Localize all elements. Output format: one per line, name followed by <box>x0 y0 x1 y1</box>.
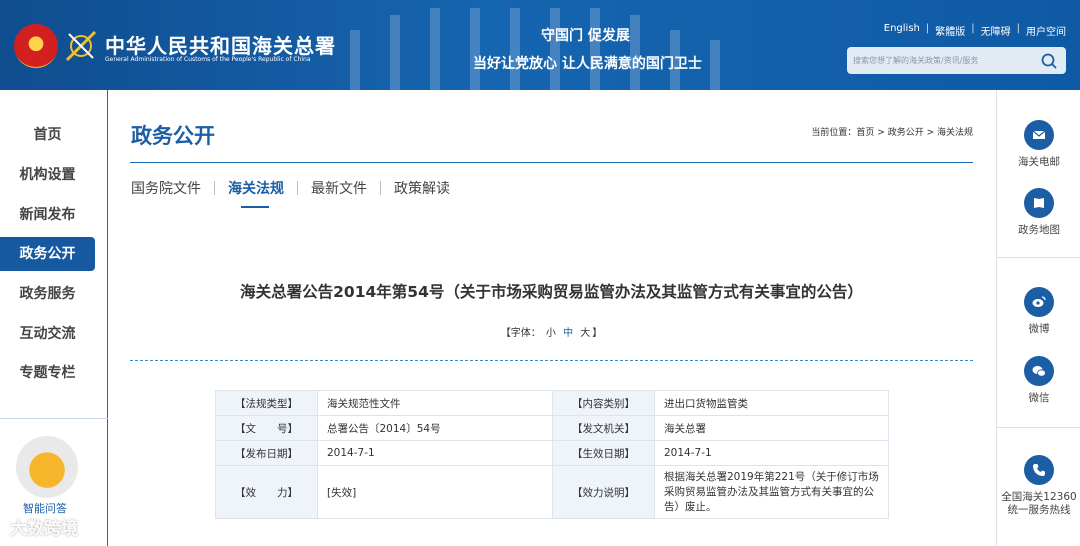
nav-item-gov-affairs[interactable]: 政务公开 <box>0 237 95 271</box>
divider <box>997 257 1080 258</box>
site-header: 中华人民共和国海关总署 General Administration of Cu… <box>0 0 1080 90</box>
link-traditional[interactable]: 繁體版 <box>935 23 965 38</box>
divider <box>997 427 1080 428</box>
document-meta-table: 【法规类型】 海关规范性文件 【内容类别】 进出口货物监管类 【文 号】 总署公… <box>215 390 889 519</box>
divider <box>130 162 973 163</box>
watermark: 大数跨境 <box>10 519 78 539</box>
meta-key: 【发文机关】 <box>552 415 655 441</box>
link-separator: | <box>971 23 975 34</box>
tab-separator <box>380 181 381 195</box>
meta-key: 【效力说明】 <box>552 465 655 519</box>
nav-item-organization[interactable]: 机构设置 <box>0 158 95 192</box>
meta-value: 2014-7-1 <box>654 440 889 466</box>
meta-key: 【法规类型】 <box>215 390 318 416</box>
breadcrumb: 当前位置：首页 > 政务公开 > 海关法规 <box>811 125 973 138</box>
rail-item-hotline[interactable]: 全国海关12360 统一服务热线 <box>997 455 1080 517</box>
nav-item-interaction[interactable]: 互动交流 <box>0 317 95 351</box>
font-size-medium[interactable]: 中 <box>563 328 573 339</box>
document-title: 海关总署公告2014年第54号（关于市场采购贸易监管办法及其监管方式有关事宜的公… <box>240 283 863 301</box>
mail-icon <box>1024 120 1054 150</box>
font-size-large[interactable]: 大 <box>580 328 590 339</box>
breadcrumb-customs-regulations[interactable]: 海关法规 <box>937 128 973 138</box>
rail-item-weibo[interactable]: 微博 <box>997 287 1080 336</box>
subtab-bar: 国务院文件 海关法规 最新文件 政策解读 <box>131 178 450 208</box>
customs-logo-icon[interactable] <box>63 28 99 64</box>
top-links: English | 繁體版 | 无障碍 | 用户空间 <box>884 23 1066 38</box>
rail-label: 微博 <box>1028 323 1050 335</box>
wechat-icon <box>1024 356 1054 386</box>
divider <box>0 418 108 419</box>
main-content: 政务公开 当前位置：首页 > 政务公开 > 海关法规 国务院文件 海关法规 最新… <box>108 90 996 546</box>
phone-icon <box>1024 455 1054 485</box>
tab-latest-docs[interactable]: 最新文件 <box>311 178 367 208</box>
tab-state-council-docs[interactable]: 国务院文件 <box>131 178 201 208</box>
national-emblem-icon[interactable] <box>14 24 58 68</box>
tab-separator <box>214 181 215 195</box>
rail-label: 统一服务热线 <box>1007 504 1071 516</box>
map-icon <box>1024 188 1054 218</box>
meta-key: 【发布日期】 <box>215 440 318 466</box>
font-size-switcher: 【字体： 小 中 大】 <box>130 324 973 339</box>
link-separator: | <box>925 23 930 34</box>
rail-label: 微信 <box>1028 392 1050 404</box>
link-accessibility[interactable]: 无障碍 <box>981 23 1011 38</box>
meta-key: 【内容类别】 <box>552 390 655 416</box>
dashed-divider <box>130 360 973 361</box>
breadcrumb-separator: > <box>923 128 937 138</box>
table-row: 【文 号】 总署公告〔2014〕54号 【发文机关】 海关总署 <box>215 415 889 441</box>
link-separator: | <box>1016 23 1020 34</box>
font-size-label: 【字体： <box>500 328 541 339</box>
meta-value: 总署公告〔2014〕54号 <box>317 415 553 441</box>
nav-item-topics[interactable]: 专题专栏 <box>0 356 95 390</box>
mascot-icon[interactable] <box>16 436 78 498</box>
search-icon[interactable] <box>1040 52 1058 70</box>
right-rail: 海关电邮 政务地图 微博 微信 全国海关12360 统一服务热线 <box>996 90 1080 546</box>
page-title: 政务公开 <box>131 123 215 148</box>
search-box <box>847 47 1066 74</box>
tab-customs-regulations[interactable]: 海关法规 <box>228 178 284 208</box>
rail-item-wechat[interactable]: 微信 <box>997 356 1080 405</box>
header-building-graphic <box>330 0 790 90</box>
meta-value: [失效] <box>317 465 553 519</box>
breadcrumb-gov-affairs[interactable]: 政务公开 <box>888 128 924 138</box>
nav-item-gov-services[interactable]: 政务服务 <box>0 277 95 311</box>
meta-value: 根据海关总署2019年第221号（关于修订市场采购贸易监管办法及其监管方式有关事… <box>654 465 889 519</box>
rail-item-email[interactable]: 海关电邮 <box>997 120 1080 169</box>
weibo-icon <box>1024 287 1054 317</box>
table-row: 【法规类型】 海关规范性文件 【内容类别】 进出口货物监管类 <box>215 390 889 416</box>
tab-policy-interpretation[interactable]: 政策解读 <box>394 178 450 208</box>
breadcrumb-prefix: 当前位置： <box>811 128 857 138</box>
font-size-small[interactable]: 小 <box>546 328 556 339</box>
org-name-cn[interactable]: 中华人民共和国海关总署 <box>105 30 336 59</box>
meta-value: 海关总署 <box>654 415 889 441</box>
tab-separator <box>297 181 298 195</box>
rail-item-map[interactable]: 政务地图 <box>997 188 1080 237</box>
meta-value: 海关规范性文件 <box>317 390 553 416</box>
rail-label: 政务地图 <box>1018 224 1060 236</box>
search-input[interactable] <box>853 51 1033 70</box>
font-size-suffix: 】 <box>592 328 603 339</box>
rail-label: 全国海关12360 <box>1001 491 1077 503</box>
meta-key: 【生效日期】 <box>552 440 655 466</box>
org-name-en: General Administration of Customs of the… <box>105 56 311 63</box>
slogan-line-2: 当好让党放心 让人民满意的国门卫士 <box>473 56 702 72</box>
rail-label: 海关电邮 <box>1018 156 1060 168</box>
breadcrumb-home[interactable]: 首页 <box>856 128 874 138</box>
slogan-line-1: 守国门 促发展 <box>541 28 630 44</box>
nav-item-news[interactable]: 新闻发布 <box>0 198 95 232</box>
left-nav: 首页 机构设置 新闻发布 政务公开 政务服务 互动交流 专题专栏 智能问答 <box>0 90 108 546</box>
meta-value: 2014-7-1 <box>317 440 553 466</box>
breadcrumb-separator: > <box>874 128 888 138</box>
nav-item-home[interactable]: 首页 <box>0 118 95 152</box>
meta-value: 进出口货物监管类 <box>654 390 889 416</box>
meta-key: 【效 力】 <box>215 465 318 519</box>
link-english[interactable]: English <box>884 23 920 38</box>
meta-key: 【文 号】 <box>215 415 318 441</box>
link-user-space[interactable]: 用户空间 <box>1026 23 1066 38</box>
table-row: 【发布日期】 2014-7-1 【生效日期】 2014-7-1 <box>215 440 889 466</box>
table-row: 【效 力】 [失效] 【效力说明】 根据海关总署2019年第221号（关于修订市… <box>215 465 889 519</box>
